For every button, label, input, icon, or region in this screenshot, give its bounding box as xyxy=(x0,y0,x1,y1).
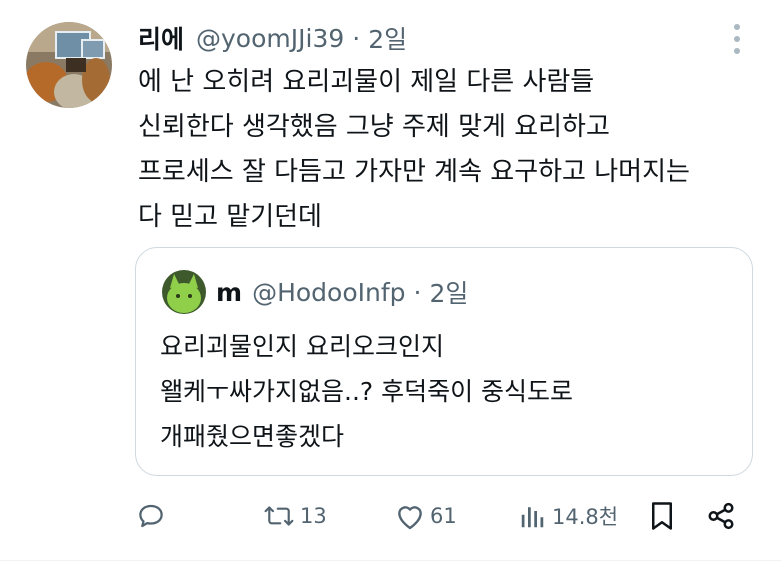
timestamp[interactable]: 2일 xyxy=(368,20,407,56)
retweet-button[interactable]: 13 xyxy=(262,494,327,538)
view-count: 14.8천 xyxy=(552,505,619,529)
tweet-text-line: 프로세스 잘 다듬고 가자만 계속 요구하고 나머지는 xyxy=(138,157,690,187)
tweet: 리에 @yoomJJi39 · 2일 에 난 오히려 요리괴물이 제일 다른 사… xyxy=(0,0,781,569)
tweet-text-line: 에 난 오히려 요리괴물이 제일 다른 사람들 xyxy=(138,67,595,97)
views-icon xyxy=(518,501,548,531)
quoted-handle: @HodooInfp xyxy=(252,277,406,307)
tweet-text-line: 다 믿고 맡기던데 xyxy=(138,202,322,232)
retweet-icon xyxy=(262,501,296,531)
quoted-header: m @HodooInfp · 2일 xyxy=(216,273,468,311)
quoted-tweet[interactable]: m @HodooInfp · 2일 요리괴물인지 요리오크인지 왤케ㅜ싸가지없음… xyxy=(135,247,753,476)
divider xyxy=(0,560,781,561)
display-name[interactable]: 리에 xyxy=(138,20,184,56)
bookmark-icon xyxy=(648,501,676,531)
reply-icon xyxy=(136,501,166,531)
views-button[interactable]: 14.8천 xyxy=(518,494,618,538)
more-icon[interactable] xyxy=(728,24,746,54)
retweet-count: 13 xyxy=(300,504,327,528)
action-bar: 13 61 14.8천 xyxy=(0,494,781,538)
reply-button[interactable] xyxy=(136,494,170,538)
like-icon xyxy=(394,501,426,531)
avatar[interactable] xyxy=(26,22,112,108)
separator-dot: · xyxy=(352,23,361,53)
quoted-text-line: 요리괴물인지 요리오크인지 xyxy=(160,332,444,361)
share-icon xyxy=(706,501,736,531)
quoted-timestamp: 2일 xyxy=(429,279,469,308)
bookmark-button[interactable] xyxy=(648,494,676,538)
quoted-text-line: 개패줬으면좋겠다 xyxy=(160,422,345,451)
quoted-display-name: m xyxy=(216,277,243,307)
separator-dot: · xyxy=(413,277,422,307)
like-count: 61 xyxy=(430,504,457,528)
tweet-header: 리에 @yoomJJi39 · 2일 xyxy=(138,18,407,58)
share-button[interactable] xyxy=(706,494,736,538)
quoted-text-line: 왤케ㅜ싸가지없음..? 후덕죽이 중식도로 xyxy=(160,377,574,406)
tweet-text-line: 신뢰한다 생각했음 그냥 주제 맞게 요리하고 xyxy=(138,112,610,142)
quoted-text: 요리괴물인지 요리오크인지 왤케ㅜ싸가지없음..? 후덕죽이 중식도로 개패줬으… xyxy=(160,324,740,459)
user-handle[interactable]: @yoomJJi39 xyxy=(196,24,344,53)
quoted-avatar[interactable] xyxy=(162,270,206,314)
like-button[interactable]: 61 xyxy=(394,494,457,538)
tweet-text: 에 난 오히려 요리괴물이 제일 다른 사람들 신뢰한다 생각했음 그냥 주제 … xyxy=(138,60,768,240)
